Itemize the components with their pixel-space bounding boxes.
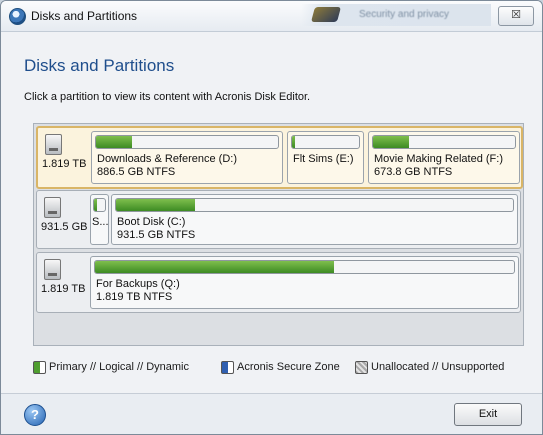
- footer-bar: ? Exit: [1, 393, 542, 434]
- close-button[interactable]: ☒: [498, 6, 534, 26]
- background-window-snippet: Security and privacy: [301, 4, 491, 26]
- disk-info: 1.819 TB: [40, 131, 90, 184]
- page-heading: Disks and Partitions: [24, 56, 175, 75]
- background-window-text: Security and privacy: [359, 9, 450, 20]
- acronis-app-icon: [9, 8, 26, 25]
- disk-size: 1.819 TB: [42, 158, 87, 170]
- legend-label: Acronis Secure Zone: [237, 361, 340, 373]
- usage-bar-fill: [94, 199, 98, 211]
- secure-zone-swatch-icon: [221, 361, 234, 374]
- usage-bar-fill: [116, 199, 196, 211]
- disk-size: 1.819 TB: [41, 283, 86, 295]
- partition-name: For Backups (Q:): [96, 278, 180, 290]
- partition-q[interactable]: For Backups (Q:) 1.819 TB NTFS: [90, 256, 519, 309]
- legend-label: Primary // Logical // Dynamic: [49, 361, 189, 373]
- partition-c[interactable]: Boot Disk (C:) 931.5 GB NTFS: [111, 194, 518, 245]
- partition-system-reserved[interactable]: S...: [90, 194, 109, 245]
- exit-button[interactable]: Exit: [454, 403, 522, 426]
- hard-disk-icon: [44, 197, 61, 218]
- partition-size: 1.819 TB NTFS: [96, 291, 173, 303]
- primary-partition-swatch-icon: [33, 361, 46, 374]
- title-bar: Disks and Partitions Security and privac…: [1, 1, 542, 32]
- help-icon[interactable]: ?: [24, 404, 46, 426]
- partition-size: 673.8 GB NTFS: [374, 166, 453, 178]
- hard-disk-icon: [45, 134, 62, 155]
- usage-bar: [372, 135, 516, 149]
- disk-row-1[interactable]: 1.819 TB Downloads & Reference (D:) 886.…: [36, 126, 523, 189]
- disk-info: 931.5 GB: [39, 194, 89, 245]
- usage-bar-fill: [292, 136, 296, 148]
- partition-size: 931.5 GB NTFS: [117, 229, 196, 241]
- partition-d[interactable]: Downloads & Reference (D:) 886.5 GB NTFS: [91, 131, 283, 184]
- usage-bar-fill: [96, 136, 133, 148]
- background-window-icon: [310, 7, 342, 22]
- disk-info: 1.819 TB: [39, 256, 89, 309]
- window-title: Disks and Partitions: [31, 9, 138, 23]
- disk-row-3[interactable]: 1.819 TB For Backups (Q:) 1.819 TB NTFS: [36, 252, 521, 313]
- disk-list: 1.819 TB Downloads & Reference (D:) 886.…: [33, 123, 524, 346]
- disk-size: 931.5 GB: [41, 221, 88, 233]
- usage-bar: [115, 198, 514, 212]
- legend: Primary // Logical // Dynamic Acronis Se…: [33, 361, 522, 377]
- partition-name: Boot Disk (C:): [117, 216, 186, 228]
- partition-name: S...: [92, 216, 109, 228]
- partition-e[interactable]: Flt Sims (E:): [287, 131, 364, 184]
- hard-disk-icon: [44, 259, 61, 280]
- partition-size: 886.5 GB NTFS: [97, 166, 176, 178]
- legend-label: Unallocated // Unsupported: [371, 361, 505, 373]
- usage-bar: [93, 198, 106, 212]
- disk-row-2[interactable]: 931.5 GB S... Boot Disk (C:) 931.5 GB NT…: [36, 190, 521, 249]
- unallocated-swatch-icon: [355, 361, 368, 374]
- partition-f[interactable]: Movie Making Related (F:) 673.8 GB NTFS: [368, 131, 520, 184]
- usage-bar: [291, 135, 360, 149]
- partition-name: Movie Making Related (F:): [374, 153, 503, 165]
- partition-name: Downloads & Reference (D:): [97, 153, 238, 165]
- usage-bar: [95, 135, 279, 149]
- partition-name: Flt Sims (E:): [293, 153, 354, 165]
- usage-bar-fill: [95, 261, 334, 273]
- disks-and-partitions-window: Disks and Partitions Security and privac…: [0, 0, 543, 435]
- usage-bar-fill: [373, 136, 409, 148]
- usage-bar: [94, 260, 515, 274]
- instruction-text: Click a partition to view its content wi…: [24, 91, 311, 103]
